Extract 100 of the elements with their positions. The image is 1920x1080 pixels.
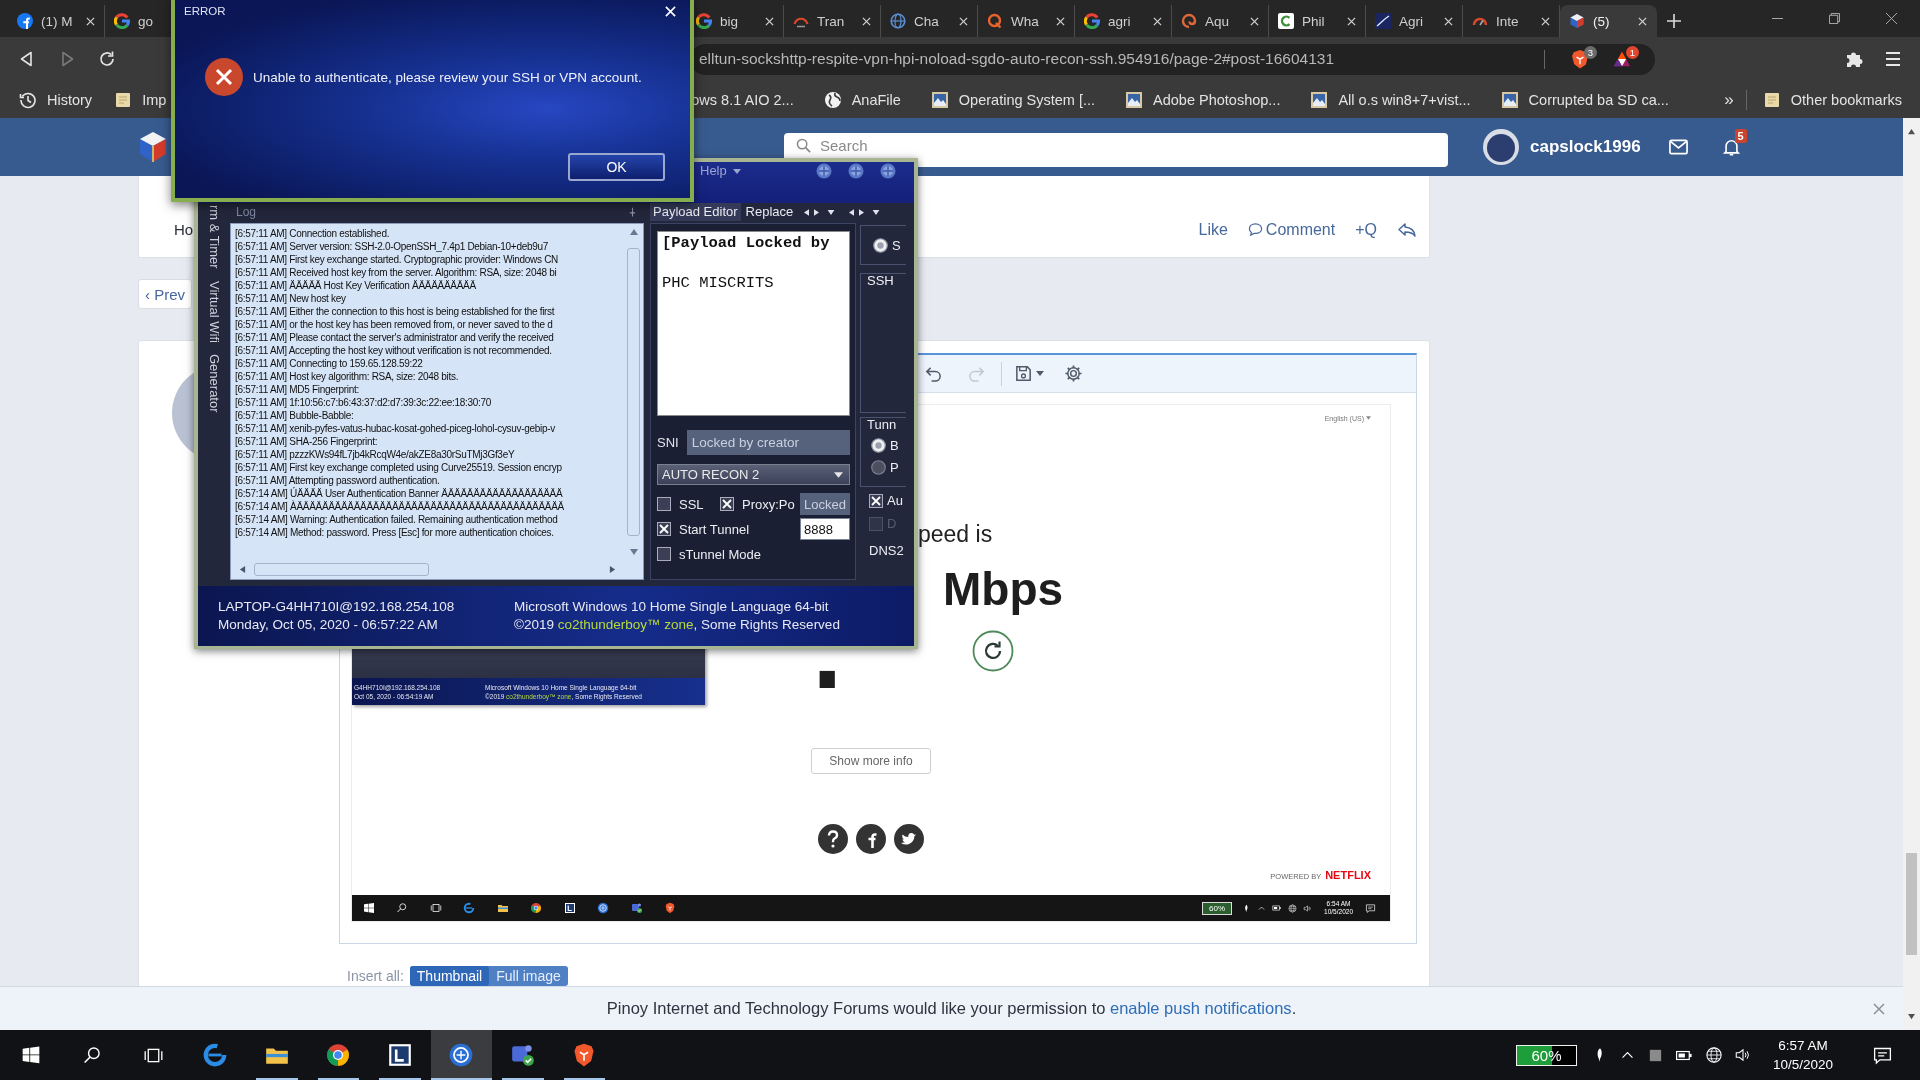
scroll-up-icon[interactable]: [628, 228, 639, 236]
close-icon[interactable]: [765, 16, 774, 26]
post-action-link[interactable]: +Q: [1355, 220, 1377, 239]
username-link[interactable]: capslock1996: [1530, 137, 1641, 157]
checkbox[interactable]: [869, 493, 883, 508]
payload-field[interactable]: [Payload Locked by PHC MISCRITS: [657, 231, 850, 416]
show-more-info-button[interactable]: Show more info: [811, 748, 931, 774]
insert-option-button[interactable]: Thumbnail: [409, 966, 490, 986]
clock-button[interactable]: 6:57 AM 10/5/2020: [1763, 1036, 1843, 1074]
sphere-icon[interactable]: [848, 163, 864, 179]
close-icon[interactable]: [1250, 16, 1259, 26]
arrow-right-icon[interactable]: [859, 208, 865, 216]
start-icon[interactable]: [20, 1045, 41, 1065]
caret-icon[interactable]: [872, 209, 881, 215]
mail-icon[interactable]: [1668, 138, 1688, 156]
ok-button[interactable]: OK: [568, 153, 665, 181]
side-tab[interactable]: Virtual Wifi: [206, 280, 222, 343]
scroll-thumb[interactable]: [254, 563, 429, 576]
avatar-circle[interactable]: [1483, 129, 1519, 165]
reload-icon[interactable]: [98, 50, 116, 68]
picture-icon: [1310, 90, 1329, 109]
save-icon[interactable]: [1014, 364, 1033, 383]
app-icon[interactable]: [509, 1042, 536, 1068]
scroll-down-icon[interactable]: [628, 548, 639, 556]
close-icon[interactable]: [1444, 16, 1453, 26]
scroll-right-icon[interactable]: [609, 565, 616, 574]
menu-icon[interactable]: [1884, 51, 1902, 67]
checkbox[interactable]: [720, 497, 734, 511]
scroll-thumb[interactable]: [627, 248, 640, 536]
bookmark[interactable]: Imp: [114, 90, 167, 109]
speaker-icon[interactable]: [1734, 1046, 1752, 1064]
bookmark[interactable]: History: [19, 90, 93, 109]
close-icon[interactable]: [1056, 16, 1065, 26]
bookmark[interactable]: All o.s win8+7+vist...: [1310, 90, 1471, 109]
bookmark[interactable]: Operating System [...: [930, 90, 1096, 109]
radio-button[interactable]: [871, 460, 886, 475]
checkbox[interactable]: [657, 522, 671, 536]
side-tab[interactable]: Generator: [206, 354, 222, 413]
bookmark[interactable]: Corrupted ba SD ca...: [1500, 90, 1669, 109]
app-icon[interactable]: [448, 1042, 475, 1068]
prev-button[interactable]: ‹ Prev: [138, 279, 192, 309]
panel-tab[interactable]: Payload Editor: [650, 203, 741, 221]
bookmark[interactable]: AnaFile: [823, 90, 901, 109]
checkbox[interactable]: [657, 497, 671, 511]
search-field[interactable]: Search: [784, 133, 1448, 167]
insert-option-button[interactable]: Full image: [489, 966, 568, 986]
browser-tab[interactable]: go: [105, 5, 171, 37]
globe-icon[interactable]: [1705, 1046, 1723, 1064]
more-bookmarks-button[interactable]: »: [1724, 89, 1734, 110]
arrow-right-icon[interactable]: [814, 208, 820, 216]
menu-button[interactable]: Help: [700, 163, 741, 179]
arrow-left-icon[interactable]: [804, 208, 810, 216]
bookmark[interactable]: Adobe Photoshop...: [1125, 90, 1281, 109]
post-action-link[interactable]: Like: [1198, 220, 1228, 239]
bell-icon[interactable]: [1721, 138, 1741, 156]
enable-notifications-link[interactable]: enable push notifications: [1110, 999, 1292, 1017]
profile-dropdown[interactable]: AUTO RECON 2: [657, 464, 850, 485]
close-icon[interactable]: [862, 16, 871, 26]
close-icon[interactable]: [959, 16, 968, 26]
speed-value: .: [805, 670, 850, 690]
question-mark-icon: [818, 824, 848, 854]
scroll-thumb[interactable]: [1906, 853, 1917, 955]
close-icon[interactable]: [1886, 13, 1897, 24]
radio-button[interactable]: [873, 237, 888, 253]
caret-icon[interactable]: [1036, 371, 1044, 376]
log-line: [6:57:11 AM] xenib-pyfes-vatus-hubac-kosat-gohed-piceg-lohol-cysuv-gebip-v: [235, 422, 556, 435]
close-icon[interactable]: [1638, 16, 1647, 26]
scroll-down-icon[interactable]: [1907, 1013, 1916, 1020]
close-icon[interactable]: [1153, 16, 1162, 26]
app-icon[interactable]: [386, 1042, 413, 1068]
taskbar-button[interactable]: [430, 1030, 492, 1080]
port-field[interactable]: 8888: [800, 518, 850, 540]
scroll-left-icon[interactable]: [239, 565, 246, 574]
radio-button[interactable]: [871, 438, 886, 453]
panel-tab[interactable]: Replace: [742, 203, 797, 221]
bookmark-folder[interactable]: Other bookmarks: [1762, 90, 1902, 109]
post-action-link[interactable]: Comment: [1247, 220, 1336, 239]
pin-icon[interactable]: [629, 207, 636, 217]
plus-icon[interactable]: [1667, 14, 1681, 28]
log-line: [6:57:11 AM] Either the connection to this host is being established for the first: [235, 305, 556, 318]
cube-icon[interactable]: [138, 131, 168, 163]
arrow-left-icon[interactable]: [849, 208, 855, 216]
side-tab[interactable]: rm & Timer: [206, 205, 222, 269]
sphere-icon[interactable]: [816, 163, 832, 179]
scrollbar[interactable]: [1903, 118, 1920, 1030]
settings-icon[interactable]: [1064, 364, 1083, 383]
reply-arrow-icon[interactable]: [1397, 221, 1417, 238]
caret-icon[interactable]: [827, 209, 836, 215]
close-icon[interactable]: [1347, 16, 1356, 26]
close-icon[interactable]: [86, 16, 95, 26]
shield-icon[interactable]: [1571, 49, 1589, 69]
close-icon[interactable]: [1541, 16, 1550, 26]
app-icon[interactable]: [325, 1042, 352, 1068]
start-icon: [362, 902, 375, 914]
sphere-icon[interactable]: [880, 163, 896, 179]
browser-tab[interactable]: (5): [1560, 5, 1657, 37]
shield-icon: [664, 902, 677, 914]
scroll-up-icon[interactable]: [1907, 128, 1916, 135]
restore-icon[interactable]: [1829, 13, 1840, 24]
checkbox[interactable]: [657, 547, 671, 561]
